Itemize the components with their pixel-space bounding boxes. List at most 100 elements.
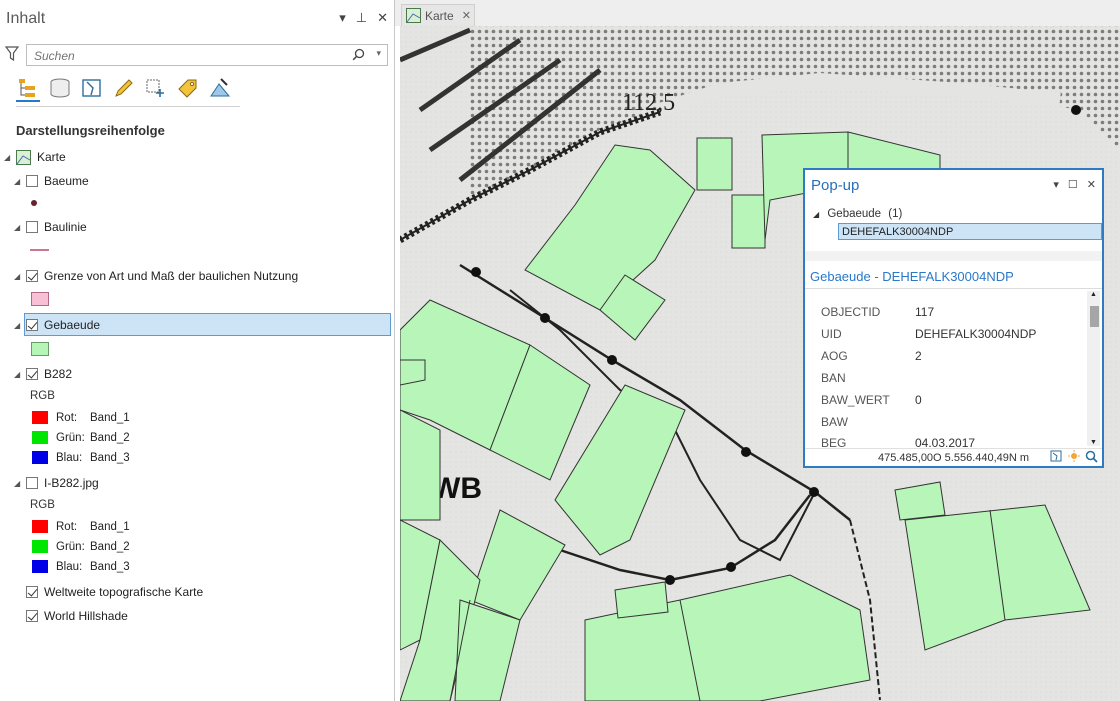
building-polygon[interactable]	[696, 137, 733, 191]
rgb-label: RGB	[30, 499, 55, 511]
attribute-row: BAW	[821, 415, 915, 429]
collapse-icon[interactable]: ◢	[14, 479, 26, 488]
collapse-icon[interactable]: ◢	[14, 321, 26, 330]
blue-band-swatch	[32, 560, 48, 573]
building-polygon[interactable]	[400, 359, 426, 386]
layer-visibility-checkbox[interactable]	[26, 319, 38, 331]
band-key: Blau:	[56, 560, 83, 573]
popup-feature-title: Gebaeude - DEHEFALK30004NDP	[810, 269, 1014, 284]
blue-band-swatch	[32, 451, 48, 464]
baulinie-line-symbol	[30, 249, 49, 251]
band-row-red: Rot: Band_1	[32, 411, 130, 424]
popup-divider	[805, 251, 1102, 261]
layer-visibility-checkbox[interactable]	[26, 477, 38, 489]
search-input[interactable]	[32, 48, 336, 64]
list-by-source-icon[interactable]	[48, 76, 72, 100]
layer-visibility-checkbox[interactable]	[26, 221, 38, 233]
attribute-key: BAW	[821, 415, 848, 429]
list-by-editing-icon[interactable]	[112, 76, 136, 100]
collapse-icon[interactable]: ◢	[4, 153, 16, 162]
map-node-label: Karte	[37, 150, 66, 164]
layer-visibility-checkbox[interactable]	[26, 610, 38, 622]
popup-feature-item[interactable]: DEHEFALK30004NDP	[838, 223, 1102, 240]
search-box[interactable]: ▾	[26, 44, 388, 66]
zoom-to-feature-icon[interactable]	[1050, 450, 1062, 462]
layer-visibility-checkbox[interactable]	[26, 586, 38, 598]
collapse-icon[interactable]: ◢	[14, 370, 26, 379]
zoom-icon[interactable]	[1085, 450, 1098, 463]
layer-row-grenze[interactable]: ◢ Grenze von Art und Maß der baulichen N…	[14, 266, 298, 286]
band-key: Rot:	[56, 411, 78, 424]
list-by-selection-icon[interactable]	[80, 76, 104, 100]
collapse-icon[interactable]: ◢	[813, 210, 819, 219]
pane-options-dropdown-icon[interactable]: ▾	[339, 10, 346, 26]
band-row-green: Grün: Band_2	[32, 431, 130, 444]
attribute-value: 2	[915, 349, 922, 363]
close-icon[interactable]: ✕	[377, 10, 388, 26]
layer-label: Baeume	[44, 174, 89, 188]
rgb-label: RGB	[30, 390, 55, 402]
layer-visibility-checkbox[interactable]	[26, 175, 38, 187]
scroll-up-icon[interactable]: ▲	[1090, 291, 1097, 298]
tab-label: Karte	[425, 8, 454, 23]
map-tab-bar: Karte ✕	[395, 0, 1120, 26]
collapse-icon[interactable]: ◢	[14, 272, 26, 281]
collapse-icon[interactable]: ◢	[14, 223, 26, 232]
layer-row-gebaeude[interactable]: ◢ Gebaeude	[14, 315, 100, 335]
attribute-key: AOG	[821, 349, 848, 363]
pane-controls: ▾ ⊥ ✕	[339, 10, 388, 26]
attribute-row: BAW_WERT 0	[821, 393, 922, 407]
red-band-swatch	[32, 520, 48, 533]
list-by-drawing-order-icon[interactable]	[16, 76, 40, 102]
map-elevation-label: 112,5	[622, 90, 675, 116]
layer-label: Weltweite topografische Karte	[44, 585, 204, 599]
scroll-thumb[interactable]	[1090, 306, 1099, 327]
band-value: Band_2	[90, 540, 130, 553]
band-key: Grün:	[56, 540, 85, 553]
layer-row-i-b282[interactable]: ◢ I-B282.jpg	[14, 473, 99, 493]
search-options-dropdown-icon[interactable]: ▾	[376, 48, 381, 59]
attribute-key: BAN	[821, 371, 846, 385]
pane-title: Inhalt	[6, 10, 46, 27]
close-tab-icon[interactable]: ✕	[462, 9, 471, 22]
green-band-swatch	[32, 431, 48, 444]
drawing-order-heading: Darstellungsreihenfolge	[16, 123, 165, 138]
map-node[interactable]: ◢ Karte	[4, 147, 66, 167]
search-icon[interactable]	[352, 48, 365, 61]
close-icon[interactable]: ✕	[1087, 178, 1096, 191]
map-icon	[406, 8, 421, 23]
attribute-row: BAN	[821, 371, 915, 385]
layer-row-baeume[interactable]: ◢ Baeume	[14, 171, 89, 191]
popup-layer-node[interactable]: ◢ Gebaeude (1)	[813, 208, 902, 220]
layer-visibility-checkbox[interactable]	[26, 368, 38, 380]
coordinate-readout: 475.485,00O 5.556.440,49N m	[878, 452, 1030, 464]
building-polygon[interactable]	[400, 409, 441, 521]
filter-icon[interactable]	[5, 46, 19, 62]
layer-visibility-checkbox[interactable]	[26, 270, 38, 282]
band-row-green: Grün: Band_2	[32, 540, 130, 553]
attribute-value: DEHEFALK30004NDP	[915, 327, 1037, 341]
tab-karte[interactable]: Karte ✕	[401, 4, 475, 26]
contents-pane: Inhalt ▾ ⊥ ✕ ▾	[0, 0, 395, 701]
list-by-perspective-imagery-icon[interactable]	[208, 76, 232, 100]
popup-options-dropdown-icon[interactable]: ▾	[1053, 178, 1059, 191]
layer-row-hillshade[interactable]: World Hillshade	[26, 606, 128, 626]
grenze-fill-symbol	[31, 292, 49, 306]
band-row-blue: Blau: Band_3	[32, 560, 130, 573]
attribute-row: UID DEHEFALK30004NDP	[821, 327, 1036, 341]
layer-row-b282[interactable]: ◢ B282	[14, 364, 72, 384]
layer-row-topo-basemap[interactable]: Weltweite topografische Karte	[26, 582, 203, 602]
list-by-labeling-icon[interactable]	[176, 76, 200, 100]
popup-window[interactable]: Pop-up ▾ ☐ ✕ ◢ Gebaeude (1) DEHEFALK3000…	[803, 168, 1104, 468]
collapse-icon[interactable]: ◢	[14, 177, 26, 186]
baeume-point-symbol	[31, 200, 37, 206]
list-by-snapping-icon[interactable]	[144, 76, 168, 100]
layer-row-baulinie[interactable]: ◢ Baulinie	[14, 217, 87, 237]
pin-icon[interactable]: ⊥	[356, 10, 367, 26]
scroll-down-icon[interactable]: ▼	[1090, 439, 1097, 446]
flash-feature-icon[interactable]	[1068, 450, 1080, 462]
band-value: Band_2	[90, 431, 130, 444]
building-polygon[interactable]	[731, 194, 766, 249]
band-value: Band_3	[90, 560, 130, 573]
maximize-icon[interactable]: ☐	[1068, 178, 1078, 191]
